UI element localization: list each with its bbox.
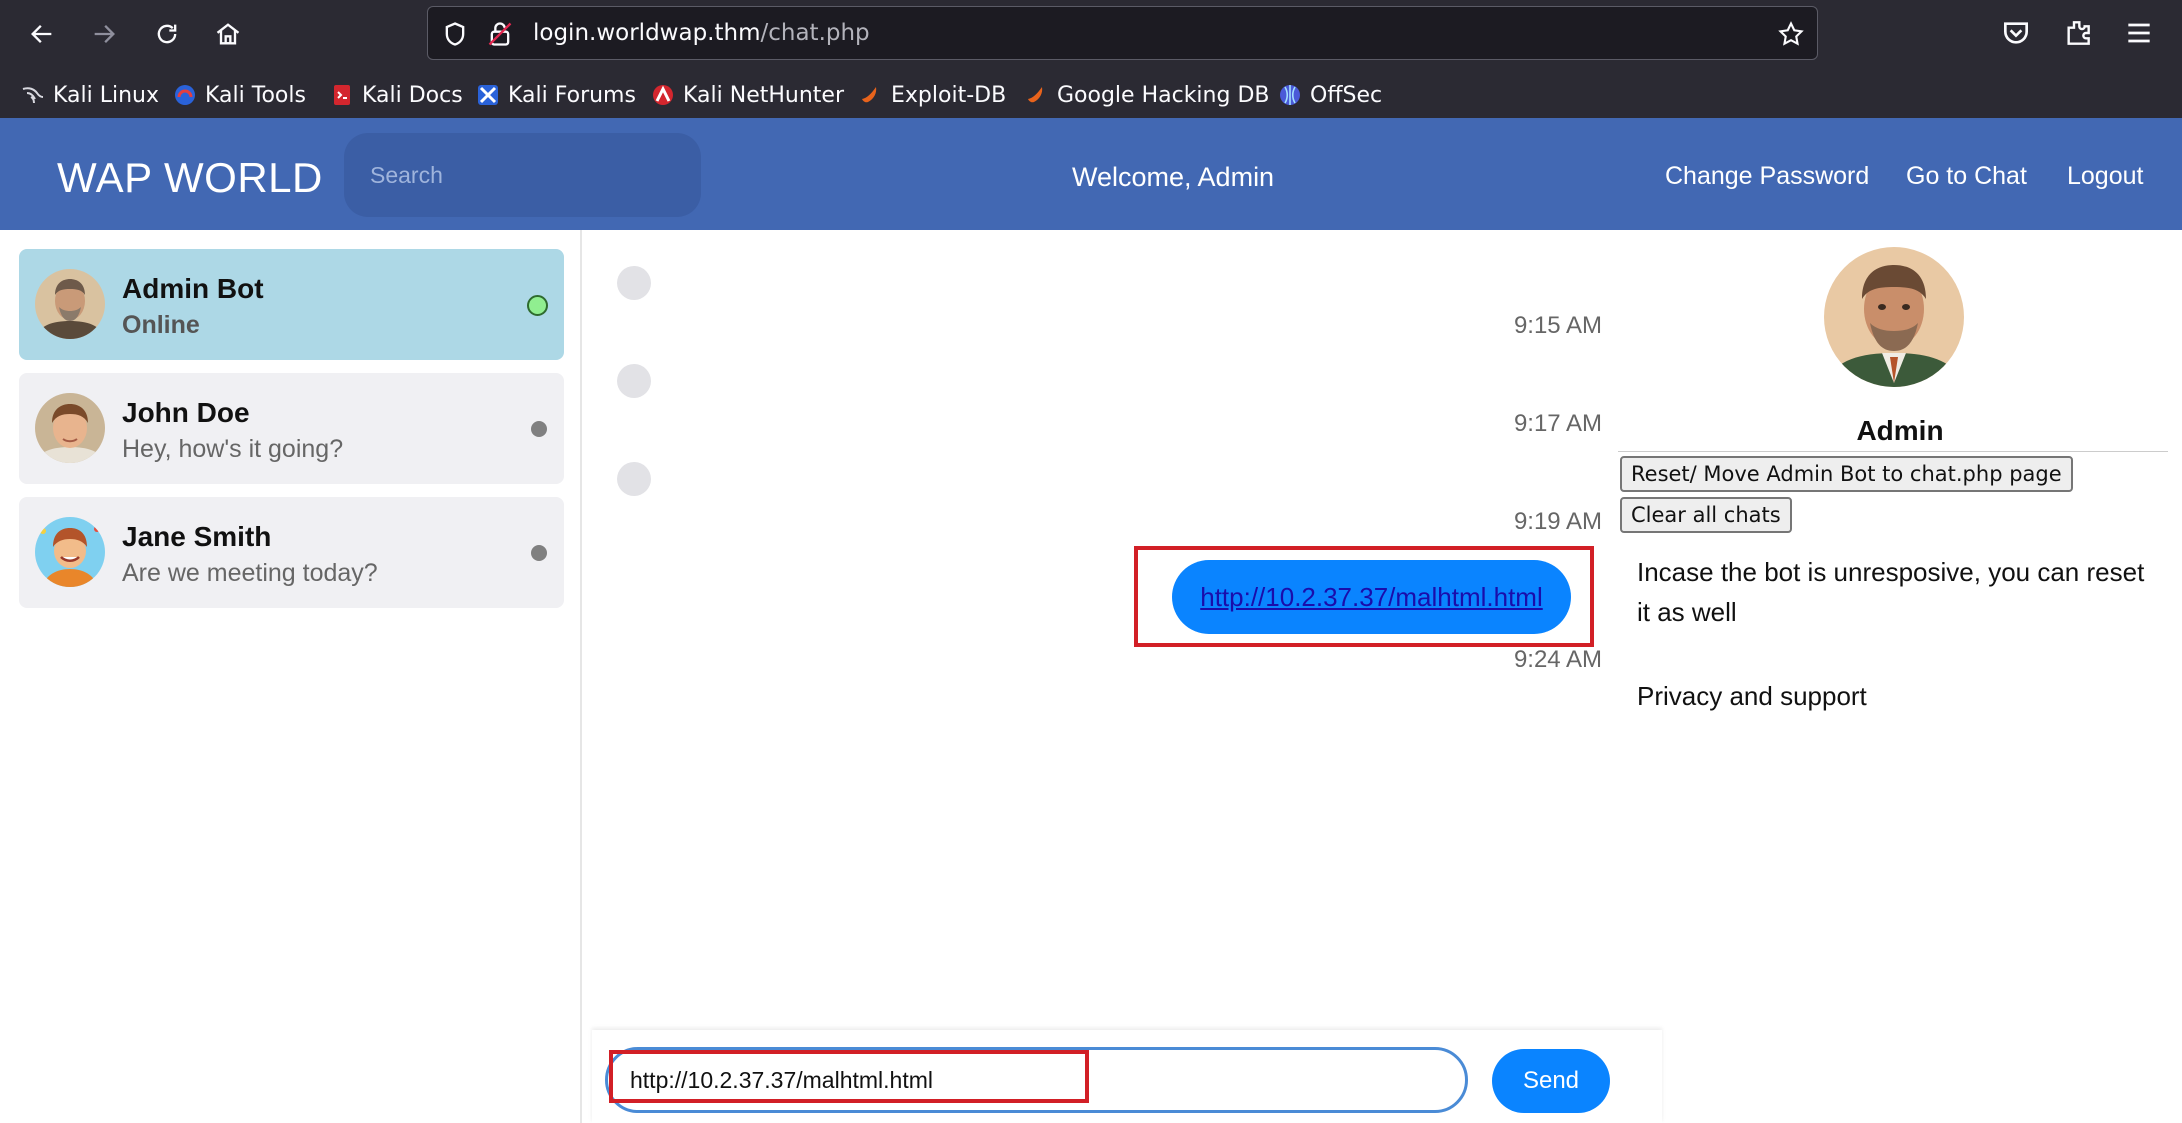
sent-message-bubble: http://10.2.37.37/malhtml.html xyxy=(1172,560,1571,634)
offsec-icon xyxy=(1278,83,1302,107)
logout-link[interactable]: Logout xyxy=(2067,162,2143,191)
offline-status-dot xyxy=(531,421,547,437)
lock-icon[interactable] xyxy=(486,20,514,48)
search-input[interactable] xyxy=(344,133,701,217)
pocket-icon[interactable] xyxy=(2000,17,2034,51)
chat-panel: 9:15 AM 9:17 AM 9:19 AM http://10.2.37.3… xyxy=(584,230,1662,1123)
kali-forums-icon xyxy=(476,83,500,107)
bookmark-kali-linux[interactable]: Kali Linux xyxy=(21,78,159,112)
kali-docs-icon xyxy=(330,83,354,107)
highlight-annotation xyxy=(609,1050,1089,1103)
welcome-text: Welcome, Admin xyxy=(1072,162,1275,192)
bookmark-google-hacking-db[interactable]: Google Hacking DB xyxy=(1025,78,1269,112)
shield-icon[interactable] xyxy=(441,20,469,48)
url-text: login.worldwap.thm/chat.php xyxy=(533,20,870,46)
exploit-db-icon xyxy=(859,83,883,107)
bookmark-kali-docs[interactable]: Kali Docs xyxy=(330,78,463,112)
admin-avatar xyxy=(1824,247,1964,387)
kali-dragon-icon xyxy=(21,83,45,107)
go-to-chat-link[interactable]: Go to Chat xyxy=(1906,162,2027,191)
url-bar[interactable]: login.worldwap.thm/chat.php xyxy=(427,6,1818,60)
back-icon[interactable] xyxy=(22,14,62,54)
avatar xyxy=(35,517,105,587)
message-time: 9:17 AM xyxy=(1513,410,1602,437)
reload-icon[interactable] xyxy=(147,14,187,54)
bookmark-label: Kali Tools xyxy=(205,82,306,108)
menu-icon[interactable] xyxy=(2123,17,2157,51)
bot-reset-note: Incase the bot is unresposive, you can r… xyxy=(1637,557,2145,627)
bookmarks-toolbar: Kali Linux Kali Tools Kali Docs Kali For… xyxy=(0,72,2182,118)
bookmark-label: Exploit-DB xyxy=(891,82,1007,108)
reset-admin-bot-button[interactable]: Reset/ Move Admin Bot to chat.php page xyxy=(1620,456,2073,492)
online-status-dot xyxy=(527,295,548,316)
contact-last-message: Are we meeting today? xyxy=(122,559,378,587)
message-avatar-placeholder xyxy=(617,462,651,496)
bookmark-label: OffSec xyxy=(1310,82,1383,108)
contact-admin-bot[interactable]: Admin Bot Online xyxy=(19,249,564,360)
home-icon[interactable] xyxy=(208,14,248,54)
offline-status-dot xyxy=(531,545,547,561)
avatar xyxy=(35,393,105,463)
contact-status-text: Online xyxy=(122,311,200,339)
message-time: 9:15 AM xyxy=(1513,312,1602,339)
kali-tools-icon xyxy=(173,83,197,107)
bookmark-kali-nethunter[interactable]: Kali NetHunter xyxy=(651,78,844,112)
message-time: 9:24 AM xyxy=(1513,646,1602,673)
url-path: /chat.php xyxy=(760,20,870,46)
change-password-link[interactable]: Change Password xyxy=(1665,162,1869,191)
bookmark-exploit-db[interactable]: Exploit-DB xyxy=(859,78,1006,112)
forward-icon[interactable] xyxy=(84,14,124,54)
bookmark-label: Google Hacking DB xyxy=(1057,82,1270,108)
send-button[interactable]: Send xyxy=(1492,1049,1610,1113)
avatar xyxy=(35,269,105,339)
message-composer: Send xyxy=(592,1030,1662,1123)
bookmark-kali-forums[interactable]: Kali Forums xyxy=(476,78,636,112)
bookmark-label: Kali Forums xyxy=(508,82,636,108)
site-header: WAP WORLD Welcome, Admin Change Password… xyxy=(0,118,2182,230)
bookmark-kali-tools[interactable]: Kali Tools xyxy=(173,78,306,112)
contact-john-doe[interactable]: John Doe Hey, how's it going? xyxy=(19,373,564,484)
contact-last-message: Hey, how's it going? xyxy=(122,435,344,463)
contact-jane-smith[interactable]: Jane Smith Are we meeting today? xyxy=(19,497,564,608)
message-avatar-placeholder xyxy=(617,266,651,300)
brand-logo[interactable]: WAP WORLD xyxy=(57,154,323,202)
star-icon[interactable] xyxy=(1777,20,1805,48)
clear-all-chats-button[interactable]: Clear all chats xyxy=(1620,497,1792,533)
extensions-icon[interactable] xyxy=(2062,17,2096,51)
message-link[interactable]: http://10.2.37.37/malhtml.html xyxy=(1200,582,1543,613)
bookmark-label: Kali Linux xyxy=(53,82,160,108)
url-domain: login.worldwap.thm xyxy=(533,20,761,46)
browser-chrome: login.worldwap.thm/chat.php Kali Linux K… xyxy=(0,0,2182,118)
divider xyxy=(1618,451,2168,452)
bookmark-label: Kali Docs xyxy=(362,82,463,108)
contact-name: John Doe xyxy=(122,397,250,428)
profile-panel: Admin Reset/ Move Admin Bot to chat.php … xyxy=(1618,230,2182,1123)
message-time: 9:19 AM xyxy=(1513,508,1602,535)
contact-name: Jane Smith xyxy=(122,521,272,552)
bookmark-label: Kali NetHunter xyxy=(683,82,844,108)
message-avatar-placeholder xyxy=(617,364,651,398)
privacy-support-link[interactable]: Privacy and support xyxy=(1637,681,1867,712)
bookmark-offsec[interactable]: OffSec xyxy=(1278,78,1382,112)
profile-name: Admin xyxy=(1856,415,1944,446)
google-hacking-db-icon xyxy=(1025,83,1049,107)
kali-nethunter-icon xyxy=(651,83,675,107)
contacts-sidebar: Admin Bot Online John Doe Hey, how's it … xyxy=(0,230,582,1123)
contact-name: Admin Bot xyxy=(122,273,264,304)
